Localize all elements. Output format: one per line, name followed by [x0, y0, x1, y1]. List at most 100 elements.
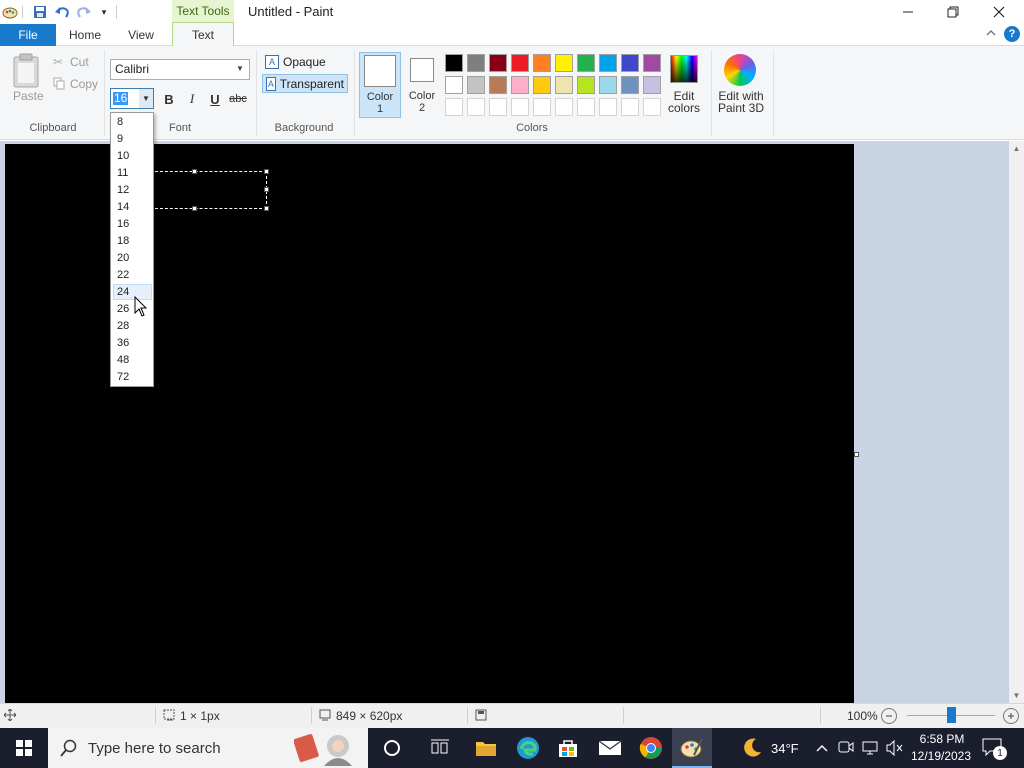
close-button[interactable] — [976, 0, 1022, 24]
collapse-ribbon-icon[interactable] — [985, 28, 997, 41]
palette-color-swatch[interactable] — [487, 74, 509, 96]
palette-color-swatch[interactable] — [465, 96, 487, 118]
bold-button[interactable]: B — [160, 91, 178, 107]
resize-handle[interactable] — [264, 206, 269, 211]
font-size-option[interactable]: 22 — [113, 267, 152, 283]
font-size-option[interactable]: 12 — [113, 182, 152, 198]
volume-muted-icon[interactable] — [886, 739, 904, 759]
resize-handle[interactable] — [264, 169, 269, 174]
font-family-select[interactable]: Calibri — [110, 59, 250, 80]
customize-qat-icon[interactable]: ▾ — [96, 4, 112, 20]
tab-file[interactable]: File — [0, 24, 56, 46]
cortana-icon[interactable] — [378, 734, 406, 762]
clock-date[interactable]: 12/19/2023 — [908, 749, 974, 763]
opaque-button[interactable]: A Opaque — [262, 52, 329, 71]
color1-button[interactable]: Color 1 — [359, 52, 401, 118]
show-hidden-icons-chevron-icon[interactable] — [816, 742, 828, 756]
palette-color-swatch[interactable] — [619, 52, 641, 74]
resize-handle[interactable] — [264, 187, 269, 192]
palette-color-swatch[interactable] — [509, 96, 531, 118]
palette-color-swatch[interactable] — [531, 74, 553, 96]
font-size-option[interactable]: 18 — [113, 233, 152, 249]
font-size-option[interactable]: 14 — [113, 199, 152, 215]
clock-time[interactable]: 6:58 PM — [914, 732, 970, 746]
palette-color-swatch[interactable] — [465, 52, 487, 74]
restore-button[interactable] — [930, 0, 976, 24]
text-box-selection[interactable] — [150, 171, 267, 209]
task-view-icon[interactable] — [426, 734, 454, 762]
font-size-value[interactable]: 16 — [113, 92, 129, 105]
palette-color-swatch[interactable] — [487, 52, 509, 74]
font-size-dropdown-button[interactable]: ▼ — [139, 89, 153, 108]
paste-icon[interactable] — [10, 53, 44, 89]
palette-color-swatch[interactable] — [443, 96, 465, 118]
palette-color-swatch[interactable] — [619, 96, 641, 118]
undo-icon[interactable] — [54, 4, 70, 20]
zoom-out-icon[interactable] — [881, 708, 897, 724]
meet-now-icon[interactable] — [838, 740, 854, 757]
strikethrough-button[interactable]: abc — [229, 91, 247, 107]
font-size-option[interactable]: 10 — [113, 148, 152, 164]
palette-color-swatch[interactable] — [575, 96, 597, 118]
font-size-option[interactable]: 9 — [113, 131, 152, 147]
help-icon[interactable]: ? — [1004, 26, 1020, 42]
mail-icon[interactable] — [596, 734, 624, 762]
scroll-down-icon[interactable]: ▼ — [1009, 688, 1024, 702]
palette-color-swatch[interactable] — [509, 52, 531, 74]
color2-button[interactable]: Color 2 — [402, 52, 442, 116]
palette-color-swatch[interactable] — [597, 74, 619, 96]
palette-color-swatch[interactable] — [641, 96, 663, 118]
scroll-up-icon[interactable]: ▲ — [1009, 141, 1024, 155]
start-button[interactable] — [0, 728, 48, 768]
save-icon[interactable] — [32, 4, 48, 20]
edit-colors-icon[interactable] — [670, 55, 698, 83]
file-explorer-icon[interactable] — [472, 734, 500, 762]
font-size-option[interactable]: 8 — [113, 114, 152, 130]
edge-icon[interactable] — [514, 734, 542, 762]
transparent-button[interactable]: A Transparent — [262, 74, 348, 93]
font-size-option[interactable]: 48 — [113, 352, 152, 368]
palette-color-swatch[interactable] — [575, 74, 597, 96]
palette-color-swatch[interactable] — [443, 52, 465, 74]
font-size-option[interactable]: 72 — [113, 369, 152, 385]
palette-color-swatch[interactable] — [531, 52, 553, 74]
edit-with-paint3d-button[interactable]: Edit with Paint 3D — [714, 90, 768, 114]
zoom-slider-thumb[interactable] — [947, 707, 956, 723]
palette-color-swatch[interactable] — [597, 96, 619, 118]
palette-color-swatch[interactable] — [465, 74, 487, 96]
resize-handle[interactable] — [192, 169, 197, 174]
underline-button[interactable]: U — [206, 91, 224, 107]
italic-button[interactable]: I — [183, 91, 201, 107]
font-size-option[interactable]: 16 — [113, 216, 152, 232]
tab-text[interactable]: Text — [172, 22, 234, 47]
palette-color-swatch[interactable] — [641, 52, 663, 74]
palette-color-swatch[interactable] — [531, 96, 553, 118]
tab-home[interactable]: Home — [60, 24, 110, 46]
canvas-resize-handle[interactable] — [854, 452, 859, 457]
palette-color-swatch[interactable] — [553, 52, 575, 74]
chevron-down-icon[interactable]: ▼ — [236, 64, 244, 73]
minimize-button[interactable] — [885, 0, 931, 24]
microsoft-store-icon[interactable] — [554, 734, 582, 762]
paint3d-icon[interactable] — [724, 54, 756, 86]
edit-colors-button[interactable]: Edit colors — [664, 90, 704, 114]
palette-color-swatch[interactable] — [619, 74, 641, 96]
palette-color-swatch[interactable] — [553, 96, 575, 118]
paste-button[interactable]: Paste — [13, 89, 44, 103]
copy-button[interactable]: Copy — [70, 77, 98, 91]
palette-color-swatch[interactable] — [487, 96, 509, 118]
resize-handle[interactable] — [192, 206, 197, 211]
palette-color-swatch[interactable] — [443, 74, 465, 96]
font-size-option[interactable]: 11 — [113, 165, 152, 181]
palette-color-swatch[interactable] — [641, 74, 663, 96]
chrome-icon[interactable] — [637, 734, 665, 762]
palette-color-swatch[interactable] — [575, 52, 597, 74]
font-size-option[interactable]: 20 — [113, 250, 152, 266]
cut-button[interactable]: Cut — [70, 55, 89, 69]
palette-color-swatch[interactable] — [597, 52, 619, 74]
tab-view[interactable]: View — [118, 24, 164, 46]
paint-taskbar-icon[interactable] — [678, 734, 706, 762]
redo-icon[interactable] — [76, 4, 92, 20]
zoom-in-icon[interactable] — [1003, 708, 1019, 724]
font-size-option[interactable]: 36 — [113, 335, 152, 351]
